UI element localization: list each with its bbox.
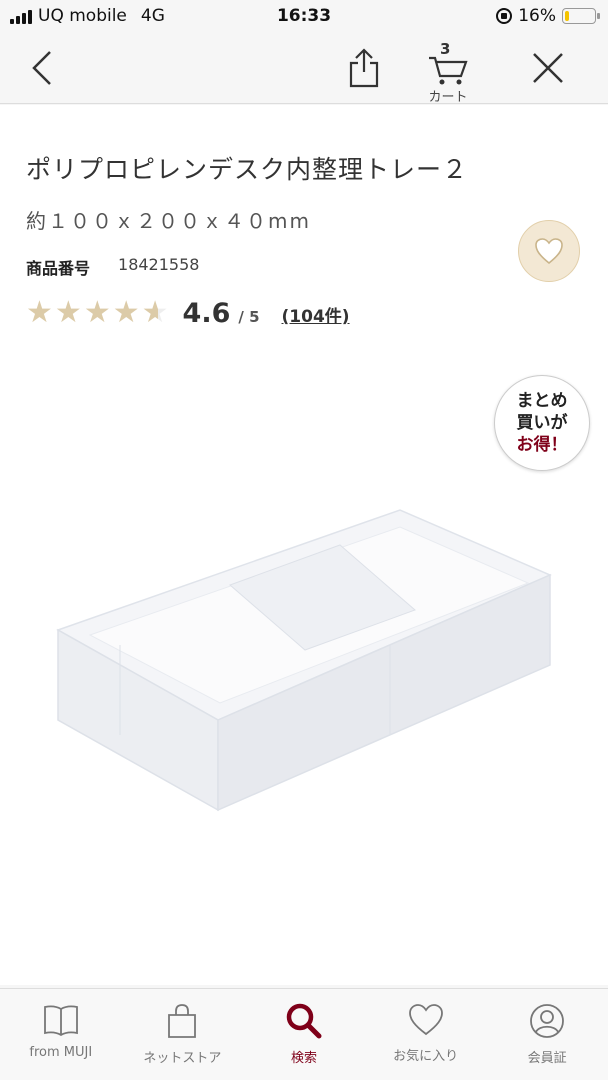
battery-level <box>565 11 569 21</box>
favorite-button[interactable] <box>518 220 580 282</box>
star-icon: ★ <box>26 295 53 330</box>
book-icon <box>43 1005 78 1037</box>
product-code-label: 商品番号 <box>26 259 91 278</box>
product-title: ポリプロピレンデスク内整理トレー２ <box>26 155 469 184</box>
tab-bar: from MUJI ネットストア 検索 お気に入り 会員証 <box>0 988 608 1080</box>
heart-icon <box>535 238 563 265</box>
share-icon <box>349 48 379 88</box>
product-code: 18421558 <box>118 255 200 274</box>
rating-stars: ★ ★ ★ ★ ★ <box>26 298 169 328</box>
tab-from-muji[interactable]: from MUJI <box>0 989 122 1080</box>
tab-net-store[interactable]: ネットストア <box>122 989 244 1080</box>
battery-icon <box>562 8 600 24</box>
rating-value: 4.6 <box>182 298 231 329</box>
star-icon: ★ <box>83 295 111 330</box>
back-button[interactable] <box>20 46 64 90</box>
product-size: 約１００ｘ２００ｘ４０mm <box>26 209 311 233</box>
bag-icon <box>168 1004 197 1038</box>
rating-max: / 5 <box>238 308 260 326</box>
heart-icon <box>408 1004 443 1036</box>
battery-info: 16% <box>496 6 600 26</box>
tab-search[interactable]: 検索 <box>243 989 365 1080</box>
tab-label: 検索 <box>290 1051 317 1066</box>
tab-label: from MUJI <box>29 1045 93 1060</box>
tab-label: 会員証 <box>527 1051 567 1066</box>
battery-percent: 16% <box>518 6 556 26</box>
bulk-discount-badge[interactable]: まとめ 買いが お得！ <box>494 375 590 471</box>
carousel-edge <box>0 975 608 985</box>
tab-favorites[interactable]: お気に入り <box>365 989 487 1080</box>
close-button[interactable] <box>526 46 570 90</box>
tab-member-card[interactable]: 会員証 <box>486 989 608 1080</box>
star-icon: ★ <box>54 295 82 330</box>
search-icon <box>286 1003 322 1039</box>
rating-row: ★ ★ ★ ★ ★ 4.6 / 5 (104件) <box>26 298 350 330</box>
cart-label: カート <box>428 90 468 105</box>
star-icon: ★ <box>112 295 140 330</box>
cart-button[interactable]: 3 カート <box>426 40 470 105</box>
review-count-link[interactable]: (104件) <box>282 302 350 327</box>
tab-label: お気に入り <box>393 1049 459 1064</box>
navigation-bar: 3 カート <box>0 34 608 105</box>
promo-line-1: まとめ <box>516 391 568 411</box>
product-code-row: 商品番号 18421558 <box>26 255 199 279</box>
star-icon: ★ <box>141 295 169 330</box>
share-button[interactable] <box>342 46 386 90</box>
promo-line-3: お得！ <box>516 435 568 455</box>
product-detail: ポリプロピレンデスク内整理トレー２ 約１００ｘ２００ｘ４０mm 商品番号 184… <box>0 105 608 985</box>
cart-count: 3 <box>440 40 451 58</box>
back-icon <box>32 51 51 85</box>
product-image <box>56 509 552 812</box>
status-bar: UQ mobile 4G 16:33 16% <box>0 0 608 34</box>
orientation-lock-icon <box>496 8 513 24</box>
member-icon <box>530 1004 565 1038</box>
tab-label: ネットストア <box>143 1051 222 1066</box>
promo-line-2: 買いが <box>516 413 568 433</box>
close-icon <box>533 53 563 83</box>
